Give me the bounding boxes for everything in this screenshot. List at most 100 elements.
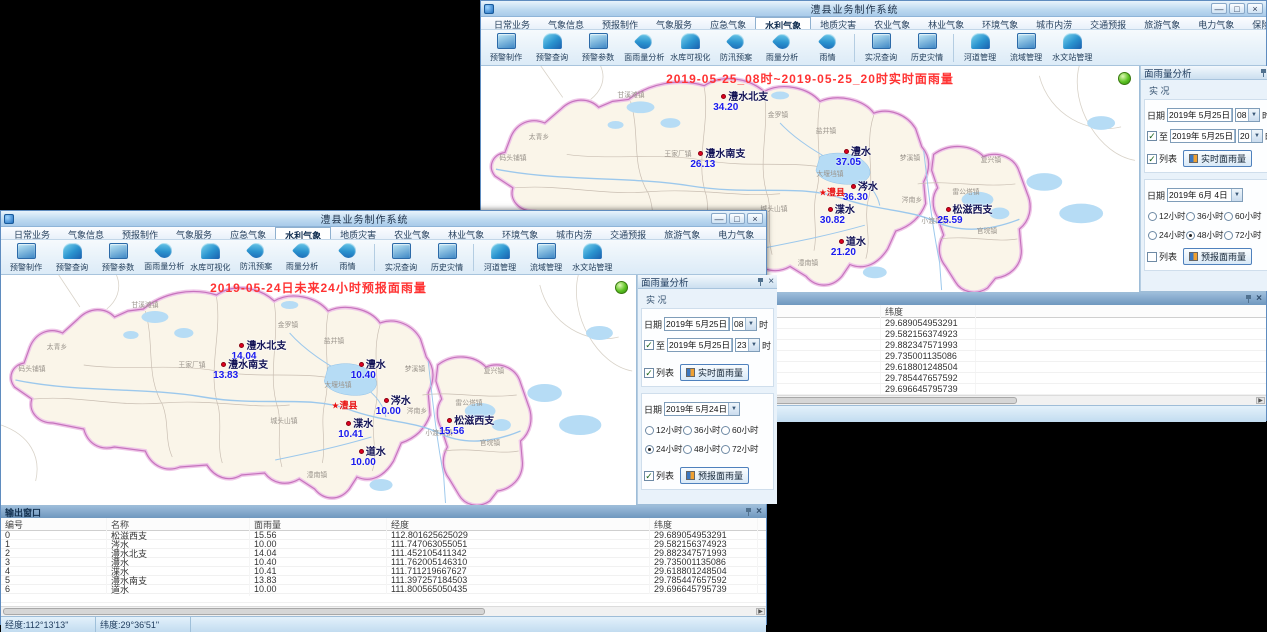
radio-60小时[interactable]: 60小时	[1224, 210, 1264, 222]
list-checkbox[interactable]: ✓	[644, 368, 654, 378]
radio-48小时[interactable]: 48小时	[1186, 229, 1223, 241]
toolbar-reservoir-view-button[interactable]: 水库可视化	[667, 31, 713, 65]
map-refresh-button[interactable]	[615, 281, 628, 294]
start-hour-combo[interactable]: 08▼	[1235, 108, 1260, 122]
menu-item-5[interactable]: 应急气象	[701, 17, 755, 29]
menu-item-5[interactable]: 应急气象	[221, 227, 275, 239]
chevron-down-icon[interactable]: ▼	[748, 339, 759, 351]
toolbar-river-manage-button[interactable]: 河道管理	[957, 31, 1003, 65]
toolbar-area-rainfall-button[interactable]: 面雨量分析	[621, 31, 667, 65]
horizontal-scrollbar[interactable]: ▶	[1, 606, 766, 616]
minimize-button[interactable]: —	[1211, 3, 1227, 14]
table-row[interactable]: 6道水10.00111.80056505043529.696645795739	[1, 585, 766, 594]
start-hour-combo[interactable]: 08▼	[732, 317, 757, 331]
menu-item-9[interactable]: 林业气象	[919, 17, 973, 29]
chevron-down-icon[interactable]: ▼	[1231, 109, 1233, 121]
end-hour-combo[interactable]: 23▼	[735, 338, 760, 352]
menu-item-8[interactable]: 农业气象	[865, 17, 919, 29]
end-hour-combo[interactable]: 20▼	[1238, 129, 1263, 143]
close-button[interactable]: ×	[1247, 3, 1263, 14]
pin-icon[interactable]	[1244, 294, 1253, 304]
menu-item-7[interactable]: 地质灾害	[331, 227, 385, 239]
menu-item-2[interactable]: 气象信息	[539, 17, 593, 29]
radio-48小时[interactable]: 48小时	[683, 443, 720, 455]
menu-item-11[interactable]: 城市内涝	[1027, 17, 1081, 29]
forecast-rainfall-button[interactable]: 预报面雨量	[1183, 248, 1252, 265]
menu-item-4[interactable]: 气象服务	[167, 227, 221, 239]
scroll-right-arrow[interactable]: ▶	[1256, 397, 1265, 404]
panel-close-icon[interactable]: ×	[1256, 294, 1262, 304]
menu-item-13[interactable]: 旅游气象	[1135, 17, 1189, 29]
menu-item-14[interactable]: 电力气象	[709, 227, 763, 239]
toolbar-hydro-station-manage-button[interactable]: 水文站管理	[1049, 31, 1095, 65]
radio-36小时[interactable]: 36小时	[1186, 210, 1223, 222]
chevron-down-icon[interactable]: ▼	[1231, 189, 1242, 201]
menu-item-12[interactable]: 交通预报	[601, 227, 655, 239]
menu-item-4[interactable]: 气象服务	[647, 17, 701, 29]
toolbar-alert-params-button[interactable]: 预警参数	[575, 31, 621, 65]
chevron-down-icon[interactable]: ▼	[728, 318, 730, 330]
menu-item-10[interactable]: 环境气象	[493, 227, 547, 239]
panel-close-icon[interactable]: ×	[768, 277, 774, 287]
menu-item-1[interactable]: 日常业务	[485, 17, 539, 29]
radio-12小时[interactable]: 12小时	[645, 424, 682, 436]
forecast-rainfall-button[interactable]: 预报面雨量	[680, 467, 749, 484]
minimize-button[interactable]: —	[711, 213, 727, 224]
menu-item-6[interactable]: 水利气象	[755, 17, 811, 29]
menu-item-10[interactable]: 环境气象	[973, 17, 1027, 29]
menu-item-9[interactable]: 林业气象	[439, 227, 493, 239]
toolbar-rain-analysis-button[interactable]: 雨量分析	[279, 241, 325, 274]
end-date-combo[interactable]: 2019年 5月25日▼	[667, 338, 733, 352]
list-checkbox[interactable]	[1147, 252, 1157, 262]
scrollbar-thumb[interactable]	[3, 608, 485, 615]
chevron-down-icon[interactable]: ▼	[1234, 130, 1236, 142]
toolbar-basin-manage-button[interactable]: 流域管理	[523, 241, 569, 274]
start-date-combo[interactable]: 2019年 5月25日▼	[664, 317, 730, 331]
toolbar-flood-plan-button[interactable]: 防汛预案	[713, 31, 759, 65]
toolbar-alert-search-button[interactable]: 预警查询	[49, 241, 95, 274]
menu-item-11[interactable]: 城市内涝	[547, 227, 601, 239]
radio-24小时[interactable]: 24小时	[645, 443, 682, 455]
panel-close-icon[interactable]: ×	[756, 507, 762, 517]
menu-item-15[interactable]: 保险气象	[763, 227, 766, 239]
toolbar-rain-status-button[interactable]: 雨情	[805, 31, 851, 65]
toolbar-alert-search-button[interactable]: 预警查询	[529, 31, 575, 65]
toolbar-history-disaster-button[interactable]: 历史灾情	[904, 31, 950, 65]
scroll-right-arrow[interactable]: ▶	[756, 608, 765, 615]
toolbar-alert-params-button[interactable]: 预警参数	[95, 241, 141, 274]
map-refresh-button[interactable]	[1118, 72, 1131, 85]
pin-icon[interactable]	[744, 507, 753, 517]
radio-72小时[interactable]: 72小时	[721, 443, 761, 455]
forecast-date-combo[interactable]: 2019年 6月 4日▼	[1167, 188, 1243, 202]
realtime-rainfall-button[interactable]: 实时面雨量	[680, 364, 749, 381]
menu-item-7[interactable]: 地质灾害	[811, 17, 865, 29]
menu-item-13[interactable]: 旅游气象	[655, 227, 709, 239]
start-date-combo[interactable]: 2019年 5月25日▼	[1167, 108, 1233, 122]
toolbar-flood-plan-button[interactable]: 防汛预案	[233, 241, 279, 274]
radio-36小时[interactable]: 36小时	[683, 424, 720, 436]
menu-item-2[interactable]: 气象信息	[59, 227, 113, 239]
toolbar-live-query-button[interactable]: 实况查询	[378, 241, 424, 274]
toolbar-basin-manage-button[interactable]: 流域管理	[1003, 31, 1049, 65]
chevron-down-icon[interactable]: ▼	[745, 318, 756, 330]
toolbar-alert-edit-button[interactable]: 预警制作	[3, 241, 49, 274]
end-date-combo[interactable]: 2019年 5月25日▼	[1170, 129, 1236, 143]
chevron-down-icon[interactable]: ▼	[731, 339, 733, 351]
toolbar-area-rainfall-button[interactable]: 面雨量分析	[141, 241, 187, 274]
toolbar-rain-status-button[interactable]: 雨情	[325, 241, 371, 274]
realtime-rainfall-button[interactable]: 实时面雨量	[1183, 150, 1252, 167]
list-checkbox[interactable]: ✓	[644, 471, 654, 481]
radio-12小时[interactable]: 12小时	[1148, 210, 1185, 222]
menu-item-15[interactable]: 保险气象	[1243, 17, 1266, 29]
menu-item-12[interactable]: 交通预报	[1081, 17, 1135, 29]
close-button[interactable]: ×	[747, 213, 763, 224]
map-forecast[interactable]: 甘溪滩镇太青乡码头铺镇王家厂镇金罗镇盐井镇大堰垱镇梦溪镇复兴镇涔南乡官垸镇小渡口…	[1, 275, 637, 505]
titlebar[interactable]: 澧县业务制作系统 — □ ×	[481, 1, 1266, 17]
toolbar-live-query-button[interactable]: 实况查询	[858, 31, 904, 65]
toolbar-river-manage-button[interactable]: 河道管理	[477, 241, 523, 274]
list-checkbox[interactable]: ✓	[1147, 154, 1157, 164]
chevron-down-icon[interactable]: ▼	[1251, 130, 1262, 142]
menu-item-14[interactable]: 电力气象	[1189, 17, 1243, 29]
toolbar-alert-edit-button[interactable]: 预警制作	[483, 31, 529, 65]
chevron-down-icon[interactable]: ▼	[728, 403, 739, 415]
